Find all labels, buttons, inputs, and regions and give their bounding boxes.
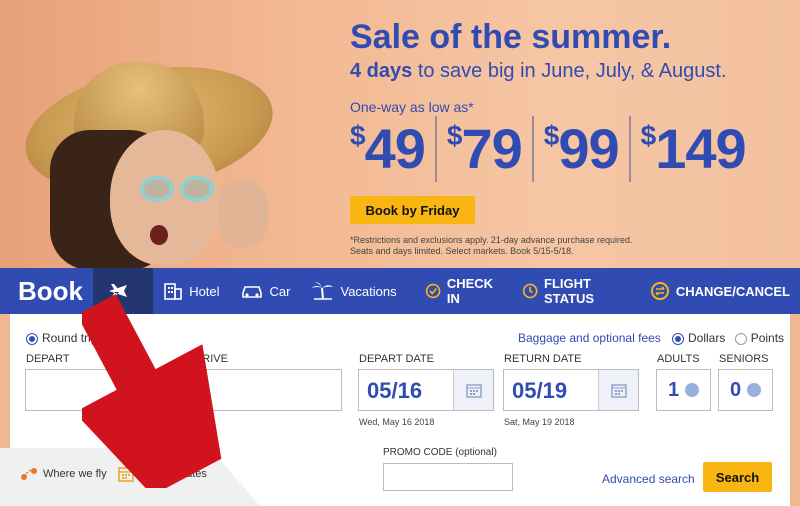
trip-type-group: Round trip O — [26, 331, 134, 345]
swap-icon — [650, 282, 669, 300]
oneway-option-label: O — [124, 331, 135, 345]
disclaimer-text: *Restrictions and exclusions apply. 21-d… — [350, 235, 633, 256]
price-item: $149 — [641, 116, 756, 182]
currency-symbol: $ — [350, 120, 366, 151]
promo-code-input[interactable] — [383, 463, 513, 491]
currency-symbol: $ — [640, 120, 657, 151]
calendar-icon[interactable] — [453, 370, 493, 410]
price-item: $79 — [447, 116, 534, 182]
where-we-fly-link[interactable]: Where we fly — [20, 466, 107, 482]
adults-label: ADULTS — [657, 353, 700, 365]
return-date-field[interactable]: 05/19 — [503, 369, 639, 411]
clock-icon — [522, 283, 538, 299]
advanced-search-link[interactable]: Advanced search — [602, 472, 695, 486]
tab-vacations[interactable]: Vacations — [301, 268, 407, 314]
booking-nav: Book Hotel Car Vacations CHECK IN FLIGHT… — [0, 268, 800, 314]
price-value: 99 — [558, 117, 619, 180]
flexible-dates-label: Flexible dates — [139, 468, 207, 480]
seniors-label: SENIORS — [719, 353, 769, 365]
currency-group: Dollars Points — [672, 331, 784, 345]
round-trip-option[interactable]: Round trip — [26, 331, 97, 345]
tab-car[interactable]: Car — [230, 268, 301, 314]
depart-date-label: DEPART DATE — [359, 353, 434, 365]
promo-code-label: PROMO CODE (optional) — [383, 447, 497, 458]
tab-change-cancel[interactable]: CHANGE/CANCEL — [636, 268, 800, 314]
return-date-value: 05/19 — [512, 378, 568, 403]
flexible-dates-link[interactable]: Flexible dates — [118, 466, 207, 482]
calendar-icon — [118, 467, 134, 482]
tab-flight-status-label: FLIGHT STATUS — [544, 276, 595, 306]
depart-date-full: Wed, May 16 2018 — [359, 417, 435, 427]
calendar-icon[interactable] — [598, 370, 638, 410]
where-we-fly-label: Where we fly — [43, 468, 107, 480]
person-icon — [747, 383, 762, 397]
woman-hand-image — [218, 178, 268, 248]
baggage-fees-link[interactable]: Baggage and optional fees — [518, 331, 661, 345]
currency-symbol: $ — [543, 120, 560, 151]
tab-hotel[interactable]: Hotel — [153, 268, 229, 314]
return-date-full: Sat, May 19 2018 — [504, 417, 575, 427]
adults-count: 1 — [667, 378, 680, 401]
tab-flight[interactable] — [93, 268, 154, 314]
tab-check-in[interactable]: CHECK IN — [407, 268, 508, 314]
tab-change-cancel-label: CHANGE/CANCEL — [675, 283, 790, 299]
dollars-radio[interactable] — [672, 332, 684, 345]
points-option[interactable]: Points — [734, 331, 785, 345]
tab-vacations-label: Vacations — [340, 283, 397, 299]
sunglasses-image — [140, 176, 220, 206]
dollars-option[interactable]: Dollars — [672, 331, 725, 345]
book-label: Book — [18, 276, 83, 306]
oneway-option[interactable]: O — [108, 331, 135, 345]
route-map-icon — [21, 468, 37, 480]
depart-label: DEPART — [26, 353, 70, 365]
hero-banner: Sale of the summer. 4 days to save big i… — [0, 0, 800, 270]
price-item: $99 — [544, 116, 631, 182]
book-by-friday-button[interactable]: Book by Friday — [350, 196, 475, 224]
price-value: 49 — [364, 117, 426, 180]
sale-subhead: 4 days to save big in June, July, & Augu… — [350, 60, 727, 83]
round-trip-radio[interactable] — [26, 332, 38, 345]
points-label: Points — [750, 331, 785, 345]
return-date-label: RETURN DATE — [504, 353, 582, 365]
plane-icon — [109, 284, 127, 298]
subhead-bold: 4 days — [350, 60, 413, 82]
points-radio[interactable] — [734, 332, 747, 345]
adults-stepper[interactable]: 1 — [656, 369, 711, 411]
round-trip-label: Round trip — [42, 331, 98, 345]
arrive-label: ARRIVE — [187, 353, 228, 365]
tab-car-label: Car — [269, 283, 291, 299]
tab-hotel-label: Hotel — [189, 283, 220, 299]
price-value: 149 — [655, 117, 746, 180]
oneway-label: One-way as low as* — [350, 99, 474, 115]
tab-check-in-label: CHECK IN — [446, 276, 494, 306]
check-circle-icon — [425, 283, 441, 299]
hotel-icon — [164, 283, 182, 300]
dollars-label: Dollars — [688, 331, 726, 345]
price-list: $49 $79 $99 $149 — [350, 116, 766, 182]
depart-date-field[interactable]: 05/16 — [358, 369, 494, 411]
seniors-stepper[interactable]: 0 — [718, 369, 773, 411]
palm-tree-icon — [311, 282, 333, 300]
depart-date-value: 05/16 — [367, 378, 423, 403]
price-value: 79 — [461, 117, 522, 180]
currency-symbol: $ — [446, 120, 463, 151]
price-item: $49 — [350, 116, 437, 182]
tab-flight-status[interactable]: FLIGHT STATUS — [508, 268, 636, 314]
oneway-radio[interactable] — [108, 332, 121, 345]
search-button[interactable]: Search — [703, 462, 772, 492]
person-icon — [685, 383, 700, 397]
car-icon — [241, 286, 262, 298]
seniors-count: 0 — [729, 378, 742, 401]
depart-arrive-input[interactable] — [25, 369, 342, 411]
woman-mouth-image — [150, 225, 168, 245]
sale-headline: Sale of the summer. — [350, 18, 672, 56]
subhead-rest: to save big in June, July, & August. — [412, 60, 727, 82]
